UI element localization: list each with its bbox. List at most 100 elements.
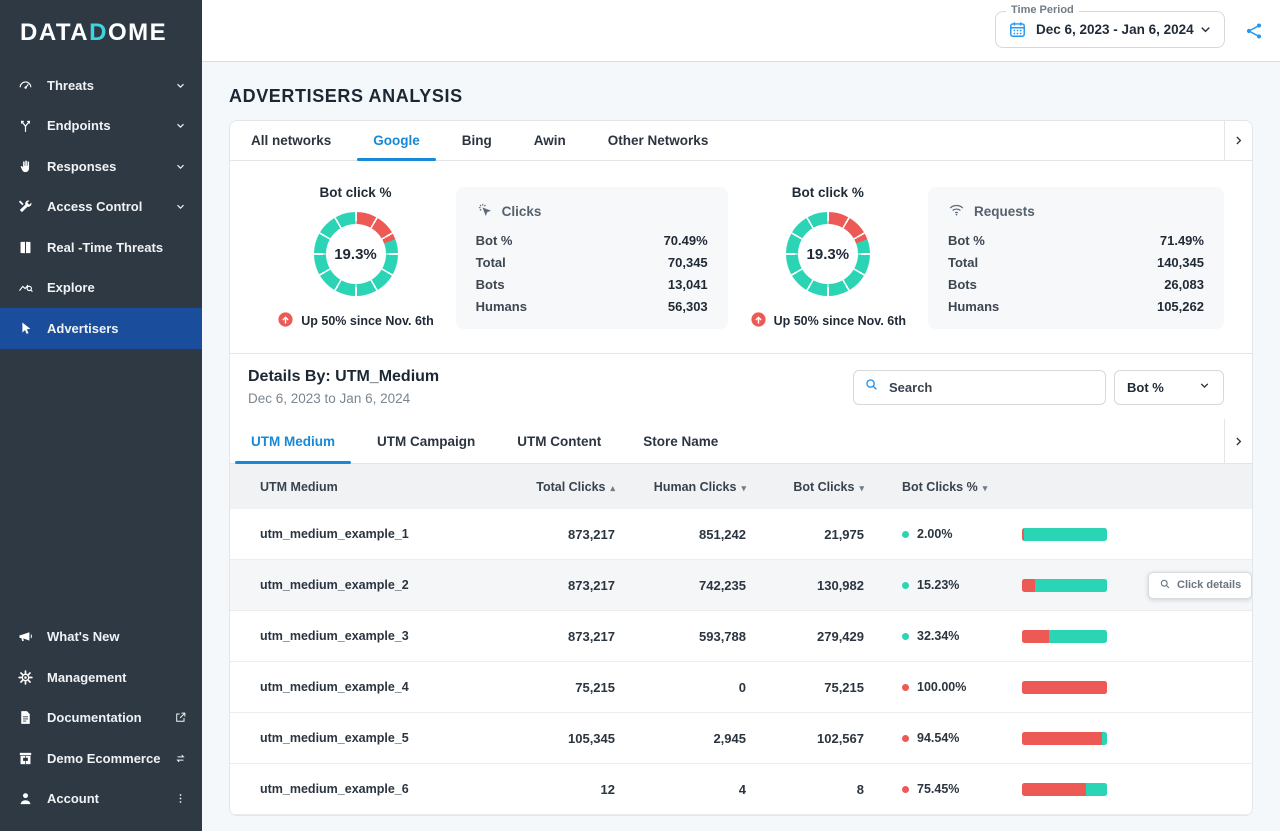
search-input[interactable] <box>887 379 1095 396</box>
column-label: UTM Medium <box>260 480 338 494</box>
sidebar: DATADOME ThreatsEndpointsResponsesAccess… <box>0 0 202 831</box>
sidebar-item-management[interactable]: Management <box>0 657 202 698</box>
stat-line-humans: Humans105,262 <box>948 295 1204 317</box>
column-label: Human Clicks <box>654 480 737 494</box>
sidebar-item-whats-new[interactable]: What's New <box>0 617 202 658</box>
ratio-bar-cell <box>1022 681 1142 694</box>
gauge-label: Bot click % <box>792 185 864 200</box>
network-tabs: All networksGoogleBingAwinOther Networks <box>230 121 1252 161</box>
bot-clicks-pct-value: 100.00% <box>917 680 966 694</box>
explore-icon <box>17 279 34 296</box>
bot-clicks-pct-value: 15.23% <box>917 578 959 592</box>
bot-clicks-value: 102,567 <box>746 731 864 746</box>
sidebar-item-threats[interactable]: Threats <box>0 65 202 106</box>
column-header-human-clicks[interactable]: Human Clicks▾ <box>615 480 746 494</box>
sidebar-item-access-control[interactable]: Access Control <box>0 187 202 228</box>
column-header-bot-clicks[interactable]: Bot Clicks %▾ <box>864 480 1022 494</box>
threats-icon <box>17 77 34 94</box>
sidebar-item-label: Documentation <box>47 710 174 725</box>
total-clicks-value: 12 <box>500 782 615 797</box>
tab-store-name[interactable]: Store Name <box>622 419 739 463</box>
table-row-utm_medium_example_3[interactable]: utm_medium_example_3873,217593,788279,42… <box>230 611 1252 662</box>
chevron-down-icon <box>174 119 187 132</box>
sidebar-item-advertisers[interactable]: Advertisers <box>0 308 202 349</box>
table-row-utm_medium_example_1[interactable]: utm_medium_example_1873,217851,24221,975… <box>230 509 1252 560</box>
sidebar-item-responses[interactable]: Responses <box>0 146 202 187</box>
stat-value: 26,083 <box>1164 277 1204 292</box>
ratio-bar-cell <box>1022 630 1142 643</box>
gauge-trend: Up 50% since Nov. 6th <box>277 311 433 331</box>
endpoints-icon <box>17 117 34 134</box>
access-control-icon <box>17 198 34 215</box>
tab-all-networks[interactable]: All networks <box>230 121 352 160</box>
sidebar-item-label: Advertisers <box>47 321 187 336</box>
logo-text-2: OME <box>108 19 167 46</box>
column-header-bot-clicks[interactable]: Bot Clicks▾ <box>746 480 864 494</box>
sidebar-item-label: Explore <box>47 280 187 295</box>
bot-clicks-value: 279,429 <box>746 629 864 644</box>
chevron-down-icon <box>174 79 187 92</box>
table-header: UTM MediumTotal Clicks▴Human Clicks▾Bot … <box>230 464 1252 509</box>
time-period-value: Dec 6, 2023 - Jan 6, 2024 <box>1036 22 1198 37</box>
table-row-utm_medium_example_6[interactable]: utm_medium_example_6124875.45% <box>230 764 1252 815</box>
click-details-label: Click details <box>1177 579 1241 591</box>
tab-bing[interactable]: Bing <box>441 121 513 160</box>
sidebar-item-demo-ecommerce[interactable]: Demo Ecommerce <box>0 738 202 779</box>
share-button[interactable] <box>1244 21 1264 41</box>
tab-utm-medium[interactable]: UTM Medium <box>230 419 356 463</box>
tab-awin[interactable]: Awin <box>513 121 587 160</box>
trend-text: Up 50% since Nov. 6th <box>301 314 433 328</box>
stat-line-total: Total70,345 <box>476 251 708 273</box>
time-period-selector[interactable]: Time Period Dec 6, 2023 - Jan 6, 2024 <box>995 11 1225 48</box>
tab-other-networks[interactable]: Other Networks <box>587 121 730 160</box>
analysis-card: All networksGoogleBingAwinOther Networks… <box>229 120 1253 816</box>
main-area: Time Period Dec 6, 2023 - Jan 6, 2024 AD… <box>202 0 1280 831</box>
sort-caret-icon: ▾ <box>983 483 988 493</box>
sort-select-value: Bot % <box>1127 380 1164 395</box>
bot-clicks-pct-cell: 15.23% <box>864 578 1022 592</box>
sidebar-item-endpoints[interactable]: Endpoints <box>0 106 202 147</box>
clicks-panel-title: Clicks <box>476 201 708 221</box>
chevron-down-icon <box>1198 379 1211 395</box>
bot-clicks-pct-cell: 2.00% <box>864 527 1022 541</box>
utm-tabs: UTM MediumUTM CampaignUTM ContentStore N… <box>230 419 1252 464</box>
datadome-logo[interactable]: DATADOME <box>0 0 202 61</box>
network-tabs-scroll-right[interactable] <box>1224 121 1252 160</box>
details-date-range: Dec 6, 2023 to Jan 6, 2024 <box>248 391 439 406</box>
calendar-icon <box>1008 20 1027 39</box>
table-row-utm_medium_example_5[interactable]: utm_medium_example_5105,3452,945102,5679… <box>230 713 1252 764</box>
stat-line-bot: Bot %70.49% <box>476 229 708 251</box>
total-clicks-value: 873,217 <box>500 629 615 644</box>
bot-clicks-value: 130,982 <box>746 578 864 593</box>
tab-utm-campaign[interactable]: UTM Campaign <box>356 419 496 463</box>
ratio-bar-cell <box>1022 783 1142 796</box>
status-dot <box>902 684 909 691</box>
sidebar-item-real-time-threats[interactable]: Real -Time Threats <box>0 227 202 268</box>
column-header-total-clicks[interactable]: Total Clicks▴ <box>500 480 615 494</box>
stat-value: 70.49% <box>664 233 708 248</box>
stat-label: Bot % <box>948 233 985 248</box>
bot-human-ratio-bar <box>1022 681 1107 694</box>
utm-tabs-scroll-right[interactable] <box>1224 419 1252 463</box>
utm-medium-value: utm_medium_example_2 <box>260 578 500 592</box>
bot-clicks-pct-value: 32.34% <box>917 629 959 643</box>
search-box <box>853 370 1106 405</box>
sort-by-select[interactable]: Bot % <box>1114 370 1224 405</box>
tab-google[interactable]: Google <box>352 121 441 160</box>
advertisers-icon <box>17 320 34 337</box>
ratio-bar-cell <box>1022 732 1142 745</box>
tab-utm-content[interactable]: UTM Content <box>496 419 622 463</box>
table-row-utm_medium_example_2[interactable]: utm_medium_example_2873,217742,235130,98… <box>230 560 1252 611</box>
bot-click-gauge-clicks: Bot click % 19.3% Up 50% since Nov. 6th <box>268 185 443 331</box>
column-label: Total Clicks <box>536 480 605 494</box>
table-row-utm_medium_example_4[interactable]: utm_medium_example_475,215075,215100.00% <box>230 662 1252 713</box>
human-clicks-value: 851,242 <box>615 527 746 542</box>
sidebar-item-explore[interactable]: Explore <box>0 268 202 309</box>
sidebar-item-documentation[interactable]: Documentation <box>0 698 202 739</box>
sidebar-item-account[interactable]: Account <box>0 779 202 820</box>
bot-human-ratio-bar <box>1022 528 1107 541</box>
click-details-button[interactable]: Click details <box>1148 572 1252 599</box>
stat-line-bots: Bots26,083 <box>948 273 1204 295</box>
stat-label: Total <box>948 255 978 270</box>
bot-click-donut: 19.3% <box>786 212 870 296</box>
